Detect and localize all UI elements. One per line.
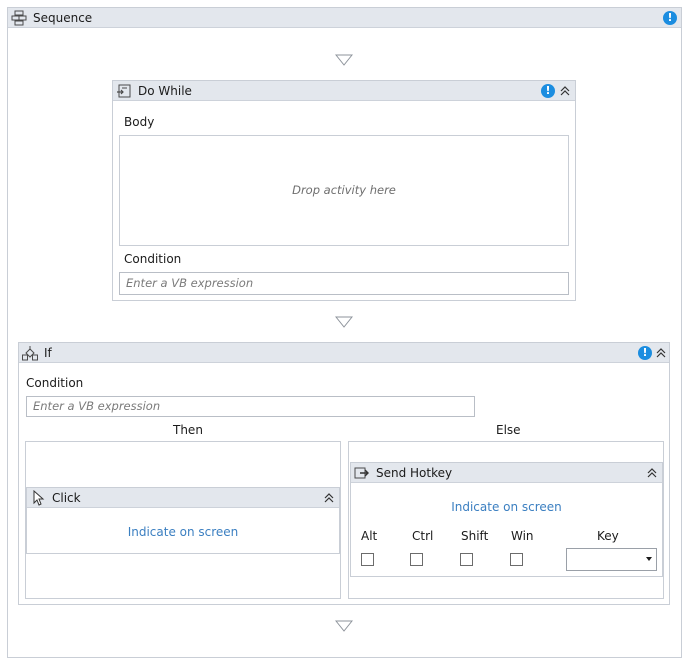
if-title: If — [44, 346, 52, 360]
do-while-header[interactable]: Do While ! — [113, 81, 575, 101]
do-while-activity[interactable]: Do While ! Body Drop activity here Condi… — [112, 80, 576, 301]
send-hotkey-title: Send Hotkey — [376, 466, 453, 480]
click-activity[interactable]: Click Indicate on screen — [26, 487, 340, 554]
sequence-warning-icon[interactable]: ! — [663, 11, 677, 25]
sequence-title: Sequence — [33, 11, 93, 25]
collapse-icon[interactable] — [646, 467, 658, 479]
ctrl-checkbox[interactable] — [410, 553, 423, 566]
if-header[interactable]: If ! — [19, 343, 669, 363]
chevron-down-icon[interactable] — [646, 557, 652, 561]
drop-placeholder: Drop activity here — [292, 183, 396, 197]
ctrl-label: Ctrl — [412, 529, 434, 543]
win-label: Win — [511, 529, 534, 543]
then-label: Then — [173, 423, 203, 437]
send-hotkey-activity[interactable]: Send Hotkey Indicate on screen Alt Ctrl … — [350, 462, 663, 577]
sequence-icon — [11, 10, 27, 26]
win-checkbox[interactable] — [510, 553, 523, 566]
shift-checkbox[interactable] — [460, 553, 473, 566]
key-label: Key — [597, 529, 619, 543]
if-warning-icon[interactable]: ! — [638, 346, 652, 360]
if-activity[interactable]: If ! Condition Enter a VB expression The… — [18, 342, 670, 605]
if-condition-input[interactable]: Enter a VB expression — [26, 396, 475, 417]
collapse-icon[interactable] — [323, 492, 335, 504]
else-branch[interactable]: Send Hotkey Indicate on screen Alt Ctrl … — [348, 441, 664, 599]
alt-checkbox[interactable] — [361, 553, 374, 566]
drop-arrow-icon[interactable] — [335, 316, 353, 328]
else-label: Else — [496, 423, 521, 437]
click-header[interactable]: Click — [27, 488, 339, 508]
do-while-title: Do While — [138, 84, 192, 98]
do-while-icon — [117, 84, 131, 98]
drop-arrow-icon[interactable] — [335, 54, 353, 66]
send-hotkey-icon — [354, 467, 369, 479]
sequence-header[interactable]: Sequence ! — [8, 8, 681, 28]
if-icon — [22, 346, 38, 361]
click-indicate-on-screen-link[interactable]: Indicate on screen — [27, 525, 339, 539]
alt-label: Alt — [361, 529, 378, 543]
cursor-icon — [33, 490, 45, 506]
send-hotkey-indicate-on-screen-link[interactable]: Indicate on screen — [351, 500, 662, 514]
shift-label: Shift — [461, 529, 489, 543]
if-condition-label: Condition — [26, 376, 84, 390]
collapse-icon[interactable] — [655, 347, 667, 359]
click-title: Click — [52, 491, 81, 505]
body-label: Body — [124, 115, 155, 129]
collapse-icon[interactable] — [559, 85, 571, 97]
do-while-condition-input[interactable]: Enter a VB expression — [119, 272, 569, 295]
do-while-condition-label: Condition — [124, 252, 182, 266]
do-while-warning-icon[interactable]: ! — [541, 84, 555, 98]
send-hotkey-header[interactable]: Send Hotkey — [351, 463, 662, 483]
drop-arrow-icon[interactable] — [335, 620, 353, 632]
body-drop-area[interactable]: Drop activity here — [119, 135, 569, 246]
key-dropdown[interactable] — [566, 548, 657, 571]
then-branch[interactable]: Click Indicate on screen — [25, 441, 341, 599]
